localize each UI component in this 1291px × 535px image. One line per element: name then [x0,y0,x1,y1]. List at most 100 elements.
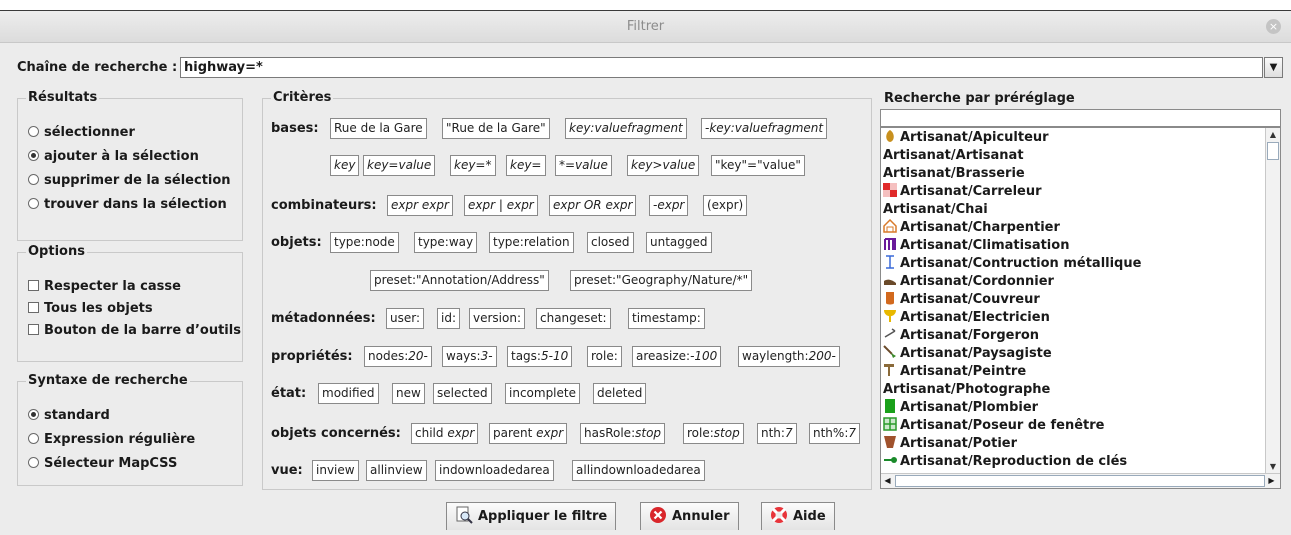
chip-bases[interactable]: key=value [363,155,436,176]
radio-icon[interactable] [28,433,39,444]
preset-list[interactable]: Artisanat/Apiculteur Artisanat/Artisanat A… [880,127,1281,489]
chip-view[interactable]: allinview [366,460,427,481]
chip-property[interactable]: waylength:200- [738,346,840,367]
scroll-down-icon[interactable]: ▼ [1266,460,1280,473]
chip-view[interactable]: allindownloadedarea [572,460,705,481]
checkbox-icon[interactable] [28,280,39,291]
preset-list-item[interactable]: Artisanat/Artisanat [883,147,1024,165]
chip-object[interactable]: preset:"Geography/Nature/*" [570,270,753,291]
chip-bases[interactable]: key [330,155,360,176]
preset-list-item[interactable]: Artisanat/Contruction métallique [883,255,1141,273]
chip-object[interactable]: type:relation [489,232,574,253]
chip-metadata[interactable]: changeset: [536,308,611,329]
preset-list-item[interactable]: Artisanat/Photographe [883,381,1050,399]
chip-combinator[interactable]: expr | expr [464,195,538,216]
chip-related[interactable]: nth%:7 [809,423,861,444]
chip-metadata[interactable]: id: [437,308,460,329]
syntax-option-regex[interactable]: Expression régulière [28,432,195,447]
radio-icon[interactable] [28,198,39,209]
chip-related[interactable]: nth:7 [757,423,797,444]
syntax-option-standard[interactable]: standard [28,408,110,423]
chip-view[interactable]: inview [312,460,359,481]
chip-related[interactable]: hasRole:stop [580,423,666,444]
chip-bases[interactable]: "Rue de la Gare" [442,118,550,139]
syntax-option-mapcss[interactable]: Sélecteur MapCSS [28,456,177,471]
radio-icon[interactable] [28,126,39,137]
chip-related[interactable]: role:stop [683,423,744,444]
chip-bases[interactable]: "key"="value" [711,155,805,176]
result-option-remove[interactable]: supprimer de la sélection [28,173,231,188]
chip-object[interactable]: type:way [414,232,478,253]
preset-search-input[interactable] [880,109,1281,127]
scroll-up-icon[interactable]: ▲ [1266,128,1280,141]
preset-list-item[interactable]: Artisanat/Apiculteur [883,129,1049,147]
radio-selected-icon[interactable] [28,150,39,161]
scroll-thumb[interactable] [1267,142,1279,160]
preset-list-item[interactable]: Artisanat/Chai [883,201,988,219]
chip-property[interactable]: nodes:20- [364,346,432,367]
chip-state[interactable]: new [392,383,425,404]
chip-property[interactable]: areasize:-100 [632,346,722,367]
preset-list-item[interactable]: Artisanat/Paysagiste [883,345,1052,363]
chip-property[interactable]: tags:5-10 [507,346,573,367]
chevron-down-icon[interactable]: ▼ [1264,57,1283,78]
result-option-select[interactable]: sélectionner [28,125,135,140]
preset-list-item[interactable]: Artisanat/Cordonnier [883,273,1054,291]
chip-related[interactable]: parent expr [489,423,568,444]
help-button[interactable]: Aide [761,502,835,530]
checkbox-icon[interactable] [28,302,39,313]
checkbox-icon[interactable] [28,324,39,335]
chip-bases[interactable]: -key:valuefragment [701,118,828,139]
search-input[interactable]: highway=* [180,57,1263,78]
chip-combinator[interactable]: expr OR expr [549,195,637,216]
preset-list-item[interactable]: Artisanat/Forgeron [883,327,1039,345]
chip-property[interactable]: ways:3- [442,346,497,367]
chip-object[interactable]: preset:"Annotation/Address" [370,270,549,291]
chip-object[interactable]: closed [587,232,634,253]
chip-bases[interactable]: key>value [627,155,700,176]
radio-icon[interactable] [28,457,39,468]
chip-bases[interactable]: Rue de la Gare [330,118,427,139]
chip-state[interactable]: selected [433,383,492,404]
scroll-thumb-horizontal[interactable] [895,475,1265,487]
result-option-find[interactable]: trouver dans la sélection [28,197,227,212]
chip-bases[interactable]: key= [506,155,546,176]
radio-selected-icon[interactable] [28,409,39,420]
preset-list-item[interactable]: Artisanat/Carreleur [883,183,1042,201]
chip-combinator[interactable]: -expr [649,195,689,216]
option-case-sensitive[interactable]: Respecter la casse [28,279,181,294]
preset-list-item[interactable]: Artisanat/Charpentier [883,218,1060,237]
chip-view[interactable]: indownloadedarea [435,460,554,481]
preset-list-item[interactable]: Artisanat/Reproduction de clés [883,453,1127,471]
chip-object[interactable]: type:node [330,232,399,253]
chip-metadata[interactable]: user: [386,308,425,329]
radio-icon[interactable] [28,174,39,185]
chip-state[interactable]: deleted [593,383,647,404]
chip-state[interactable]: incomplete [505,383,580,404]
apply-filter-button[interactable]: Appliquer le filtre [446,502,617,530]
chip-bases[interactable]: key:valuefragment [565,118,687,139]
chip-metadata[interactable]: timestamp: [628,308,705,329]
preset-list-item[interactable]: Artisanat/Couvreur [883,291,1040,309]
horizontal-scrollbar[interactable]: ◀ ▶ [881,473,1280,488]
chip-metadata[interactable]: version: [469,308,525,329]
chip-related[interactable]: child expr [411,423,479,444]
chip-combinator[interactable]: (expr) [703,195,748,216]
vertical-scrollbar[interactable]: ▲ ▼ [1265,128,1280,473]
result-option-add[interactable]: ajouter à la sélection [28,149,199,164]
chip-state[interactable]: modified [318,383,379,404]
chip-bases[interactable]: key=* [450,155,496,176]
cancel-button[interactable]: Annuler [640,502,739,530]
preset-list-item[interactable]: Artisanat/Climatisation [883,237,1069,255]
preset-list-item[interactable]: Artisanat/Electricien [883,309,1050,327]
preset-list-item[interactable]: Artisanat/Potier [883,435,1017,453]
option-all-objects[interactable]: Tous les objets [28,301,153,316]
chip-object[interactable]: untagged [646,232,712,253]
preset-list-item[interactable]: Artisanat/Plombier [883,399,1038,417]
close-icon[interactable]: × [1266,19,1281,34]
chip-combinator[interactable]: expr expr [387,195,453,216]
chip-property[interactable]: role: [587,346,622,367]
chip-bases[interactable]: *=value [555,155,612,176]
scroll-left-icon[interactable]: ◀ [881,474,894,488]
preset-list-item[interactable]: Artisanat/Brasserie [883,165,1025,183]
